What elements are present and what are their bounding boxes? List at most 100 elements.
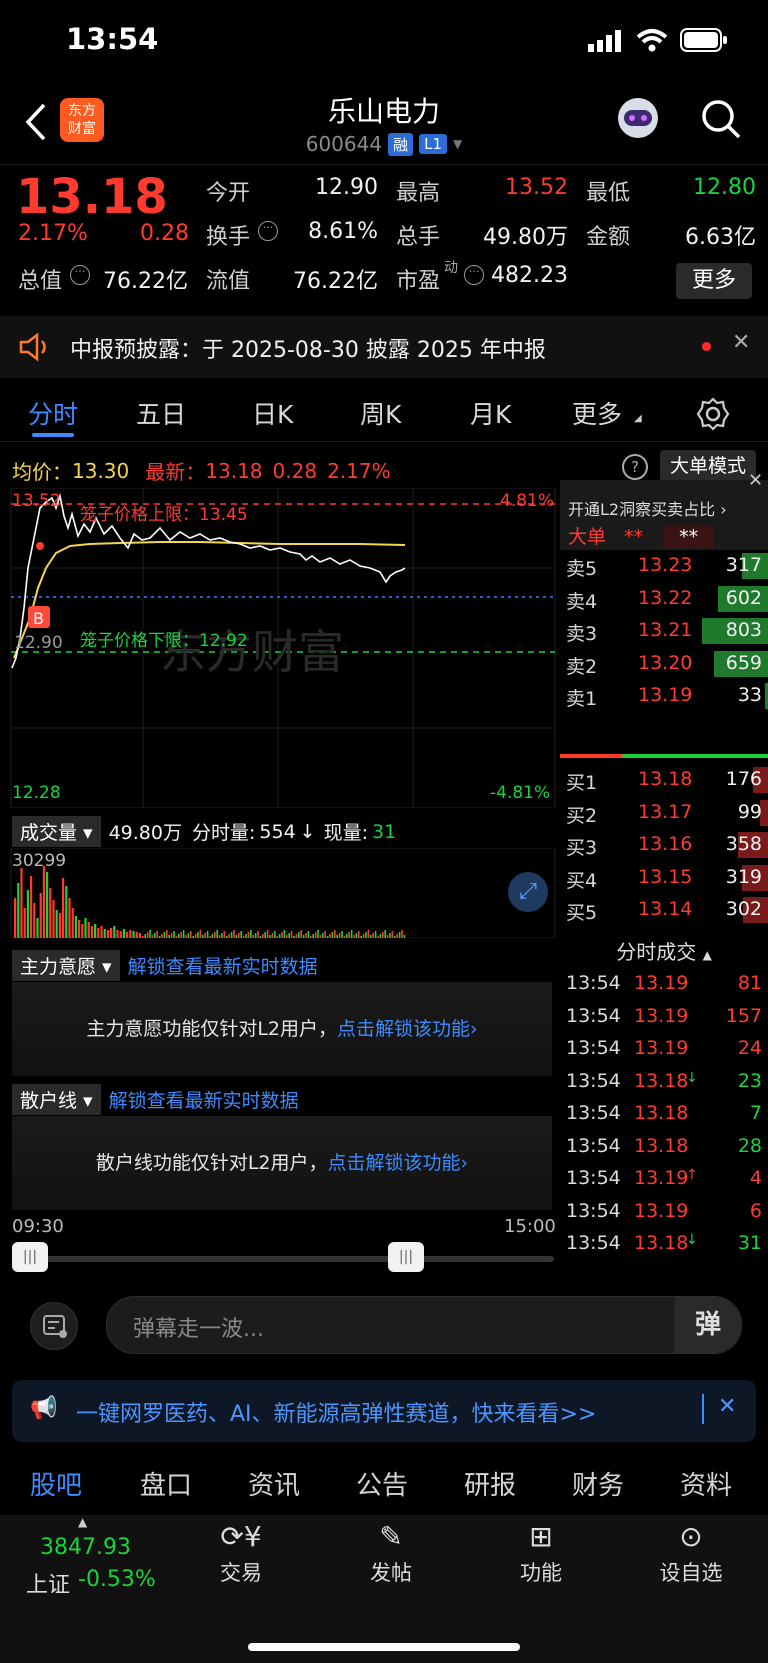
tab-profile[interactable]: 资料 (680, 1465, 732, 1502)
tab-more[interactable]: 更多 (572, 395, 622, 431)
retail-lock-panel[interactable]: 散户线功能仅针对L2用户，点击解锁该功能› (12, 1116, 552, 1210)
main-force-unlock-link[interactable]: 解锁查看最新实时数据 (128, 952, 318, 979)
nav-function[interactable]: ⊞ 功能 (486, 1517, 596, 1587)
volume-bar (391, 931, 394, 938)
trade-volume: 31 (737, 1232, 762, 1254)
trades-title[interactable]: 分时成交 ▲ (560, 936, 768, 965)
more-button[interactable]: 更多 (676, 263, 752, 299)
market-cap-label: 总值 (18, 269, 63, 294)
ask-row[interactable]: 卖3 13.21 803 (560, 615, 768, 647)
notice-bar[interactable]: 中报预披露：于 2025-08-30 披露 2025 年中报 ✕ (0, 316, 768, 378)
range-handle-right[interactable]: ||| (388, 1242, 424, 1272)
ask-volume: 659 (725, 651, 762, 674)
retail-unlock-link[interactable]: 解锁查看最新实时数据 (109, 1086, 299, 1113)
gear-icon[interactable] (696, 397, 730, 431)
y-axis-top-pct: 4.81% (500, 491, 554, 511)
l2-promo-label: 开通L2洞察买卖占比 (568, 500, 716, 519)
nav-watchlist-label: 设自选 (659, 1561, 723, 1585)
y-axis-bottom: 12.28 (12, 783, 61, 803)
big-order-mode-button[interactable]: 大单模式 (660, 450, 756, 482)
trade-row: 13:54 13.19 ↑ 4 (560, 1163, 768, 1196)
bid-level-label: 买3 (566, 837, 598, 859)
collapse-up-icon[interactable]: ▲ (78, 1515, 87, 1529)
volume-bar (122, 929, 125, 938)
volume-bar (262, 934, 264, 938)
volume-bar (293, 936, 295, 938)
retail-lock-link[interactable]: 点击解锁该功能 (328, 1152, 461, 1174)
volume-selector[interactable]: 成交量 ▾ (12, 816, 101, 847)
bid-row[interactable]: 买3 13.16 358 (560, 829, 768, 861)
help-icon[interactable]: ? (622, 454, 648, 480)
tab-announcements[interactable]: 公告 (356, 1465, 408, 1502)
l2-promo-box[interactable]: 开通L2洞察买卖占比 › 大单 ** ** ✕ (560, 470, 768, 550)
tab-finance[interactable]: 财务 (572, 1465, 624, 1502)
close-icon[interactable]: ✕ (718, 1394, 736, 1419)
search-icon[interactable] (700, 98, 742, 140)
promo-banner[interactable]: 📢 一键网罗医药、AI、新能源高弹性赛道，快来看看>> ✕ (12, 1380, 756, 1442)
expand-icon[interactable]: ⤢ (508, 872, 548, 912)
close-icon[interactable]: ✕ (748, 470, 763, 491)
tab-intraday[interactable]: 分时 (28, 395, 78, 431)
danmu-input[interactable]: 弹幕走一波... 弹 (106, 1296, 742, 1354)
volume-bar (178, 934, 180, 938)
volume-bar (26, 890, 29, 938)
ask-row[interactable]: 卖1 13.19 33 (560, 680, 768, 712)
info-icon[interactable]: ··· (70, 265, 90, 285)
nav-trade[interactable]: ⟳¥ 交易 (186, 1517, 296, 1587)
tab-research[interactable]: 研报 (464, 1465, 516, 1502)
bid-row[interactable]: 买5 13.14 302 (560, 894, 768, 926)
range-handle-left[interactable]: ||| (12, 1242, 48, 1272)
danmu-send-icon[interactable]: 弹 (675, 1297, 741, 1353)
price-chart[interactable]: 东方财富 B 笼子价格上限：13.45 笼子价格下限：12.92 13.52 4… (0, 488, 556, 808)
level1-tag: L1 (419, 134, 448, 154)
current-volume-label: 现量: (323, 822, 368, 844)
tab-handicap[interactable]: 盘口 (140, 1465, 192, 1502)
retail-selector[interactable]: 散户线 ▾ (12, 1084, 101, 1115)
tab-forum[interactable]: 股吧 (30, 1465, 82, 1502)
time-range-track[interactable] (12, 1256, 554, 1262)
l2-promo-text[interactable]: 开通L2洞察买卖占比 › (568, 496, 727, 520)
ask-row[interactable]: 卖5 13.23 317 (560, 550, 768, 582)
danmu-list-icon[interactable] (30, 1302, 78, 1350)
bid-row[interactable]: 买4 13.15 319 (560, 862, 768, 894)
volume-bar (154, 933, 156, 938)
index-value[interactable]: 3847.93 (40, 1535, 131, 1560)
trade-row: 13:54 13.19 81 (560, 968, 768, 1001)
nav-watchlist[interactable]: ⊙ 设自选 (636, 1517, 746, 1587)
info-icon[interactable]: ··· (258, 221, 278, 241)
tab-news[interactable]: 资讯 (248, 1465, 300, 1502)
tab-daily-k[interactable]: 日K (252, 395, 293, 431)
volume-header: 成交量 ▾ 49.80万 分时量: 554 ↓ 现量: 31 (12, 816, 396, 847)
tab-five-day[interactable]: 五日 (136, 395, 186, 431)
volume-bar (348, 932, 350, 938)
tab-weekly-k[interactable]: 周K (360, 395, 401, 431)
info-icon[interactable]: ··· (464, 265, 484, 285)
promo-divider (702, 1394, 704, 1424)
current-volume-value: 31 (372, 820, 397, 843)
close-icon[interactable]: ✕ (732, 330, 750, 355)
ask-row[interactable]: 卖2 13.20 659 (560, 648, 768, 680)
nav-post[interactable]: ✎ 发帖 (336, 1517, 446, 1587)
volume-bar (353, 935, 355, 938)
main-force-lock-panel[interactable]: 主力意愿功能仅针对L2用户，点击解锁该功能› (12, 982, 552, 1076)
grid-icon: ⊞ (529, 1520, 553, 1553)
tab-monthly-k[interactable]: 月K (470, 395, 511, 431)
volume-bar (39, 893, 42, 938)
volume-bar (394, 936, 396, 938)
ask-row[interactable]: 卖4 13.22 602 (560, 583, 768, 615)
danmu-bar: 弹幕走一波... 弹 (0, 1290, 768, 1370)
main-force-selector[interactable]: 主力意愿 ▾ (12, 950, 120, 981)
robot-assistant-icon[interactable] (614, 94, 662, 142)
volume-label: 总手 (396, 225, 441, 250)
volume-bar (62, 878, 65, 938)
bid-row[interactable]: 买2 13.17 99 (560, 797, 768, 829)
upper-limit-label: 笼子价格上限：13.45 (80, 505, 248, 525)
main-force-lock-link[interactable]: 点击解锁该功能 (337, 1018, 470, 1040)
volume-bar (216, 930, 218, 938)
trade-volume: 6 (749, 1199, 762, 1222)
time-axis-end: 15:00 (504, 1216, 556, 1237)
volume-chart[interactable]: 30299 (0, 848, 556, 938)
bid-row[interactable]: 买1 13.18 176 (560, 764, 768, 796)
wifi-icon (636, 29, 668, 52)
intraday-chart-area: 均价： 13.30 最新： 13.18 0.28 2.17% ? 大单模式 东方… (0, 444, 756, 1284)
